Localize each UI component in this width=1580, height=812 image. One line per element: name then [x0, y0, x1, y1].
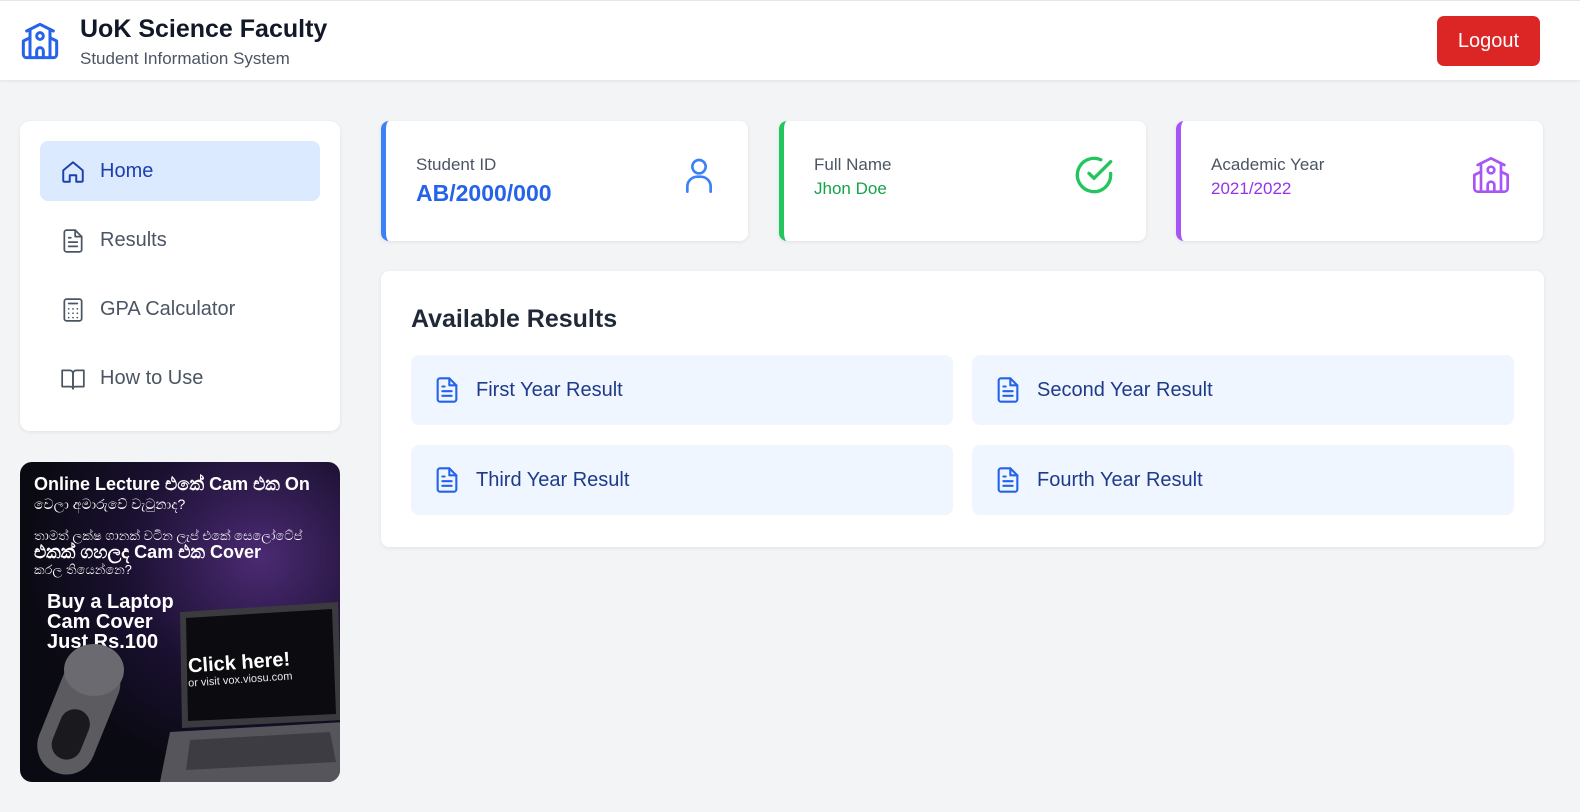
fourth-year-result-button[interactable]: Fourth Year Result — [972, 445, 1514, 515]
check-circle-icon — [1075, 156, 1113, 194]
document-icon — [436, 467, 458, 493]
sidebar-item-label: Home — [100, 160, 154, 182]
third-year-result-button[interactable]: Third Year Result — [411, 445, 953, 515]
academic-year-card: Academic Year 2021/2022 — [1176, 121, 1543, 241]
academic-year-label: Academic Year — [1211, 155, 1325, 174]
section-title: Available Results — [411, 305, 618, 333]
second-year-result-button[interactable]: Second Year Result — [972, 355, 1514, 425]
student-id-card: Student ID AB/2000/000 — [381, 121, 748, 241]
full-name-label: Full Name — [814, 155, 892, 174]
sidebar-item-label: GPA Calculator — [100, 298, 236, 320]
student-id-value: AB/2000/000 — [416, 180, 552, 206]
document-icon — [997, 377, 1019, 403]
sidebar-item-results[interactable]: Results — [40, 210, 320, 270]
result-label: Fourth Year Result — [1037, 469, 1203, 491]
home-icon — [62, 161, 84, 183]
book-open-icon — [61, 369, 85, 390]
sidebar-item-label: Results — [100, 229, 167, 251]
document-icon — [997, 467, 1019, 493]
ad-text: එකක් ගහලද Cam එක Cover — [34, 542, 262, 562]
academic-year-value: 2021/2022 — [1211, 179, 1292, 198]
cam-cover-image — [37, 644, 124, 775]
building-icon — [1473, 157, 1509, 194]
ad-headline: Online Lecture එකේ Cam එක On — [34, 474, 310, 494]
sidebar-item-home[interactable]: Home — [40, 141, 320, 201]
sidebar-item-label: How to Use — [100, 367, 204, 389]
sidebar-item-how-to-use[interactable]: How to Use — [40, 348, 320, 408]
ad-text: කරල තියෙන්නෙ? — [34, 562, 132, 577]
laptop-image — [160, 602, 340, 782]
result-label: First Year Result — [476, 379, 623, 401]
available-results-panel: Available Results First Year Result Seco… — [381, 271, 1544, 547]
ad-text: වෙලා අමාරුවේ වැටුනාද? — [34, 496, 186, 512]
app-title: UoK Science Faculty — [80, 15, 328, 43]
student-id-label: Student ID — [416, 155, 497, 174]
app-subtitle: Student Information System — [80, 49, 290, 68]
school-building-icon — [21, 22, 59, 60]
sidebar-nav: Home Results GPA Calculator How to Use — [20, 121, 340, 431]
top-bar: UoK Science Faculty Student Information … — [0, 0, 1580, 80]
document-icon — [63, 229, 83, 253]
result-label: Second Year Result — [1037, 379, 1213, 401]
result-label: Third Year Result — [476, 469, 630, 491]
full-name-value: Jhon Doe — [814, 179, 887, 198]
document-icon — [436, 377, 458, 403]
ad-banner[interactable]: Online Lecture එකේ Cam එක On වෙලා අමාරුව… — [20, 462, 340, 782]
first-year-result-button[interactable]: First Year Result — [411, 355, 953, 425]
sidebar-item-gpa-calculator[interactable]: GPA Calculator — [40, 279, 320, 339]
calculator-icon — [63, 298, 83, 322]
logout-button[interactable]: Logout — [1437, 16, 1540, 66]
full-name-card: Full Name Jhon Doe — [779, 121, 1146, 241]
user-icon — [686, 158, 712, 194]
